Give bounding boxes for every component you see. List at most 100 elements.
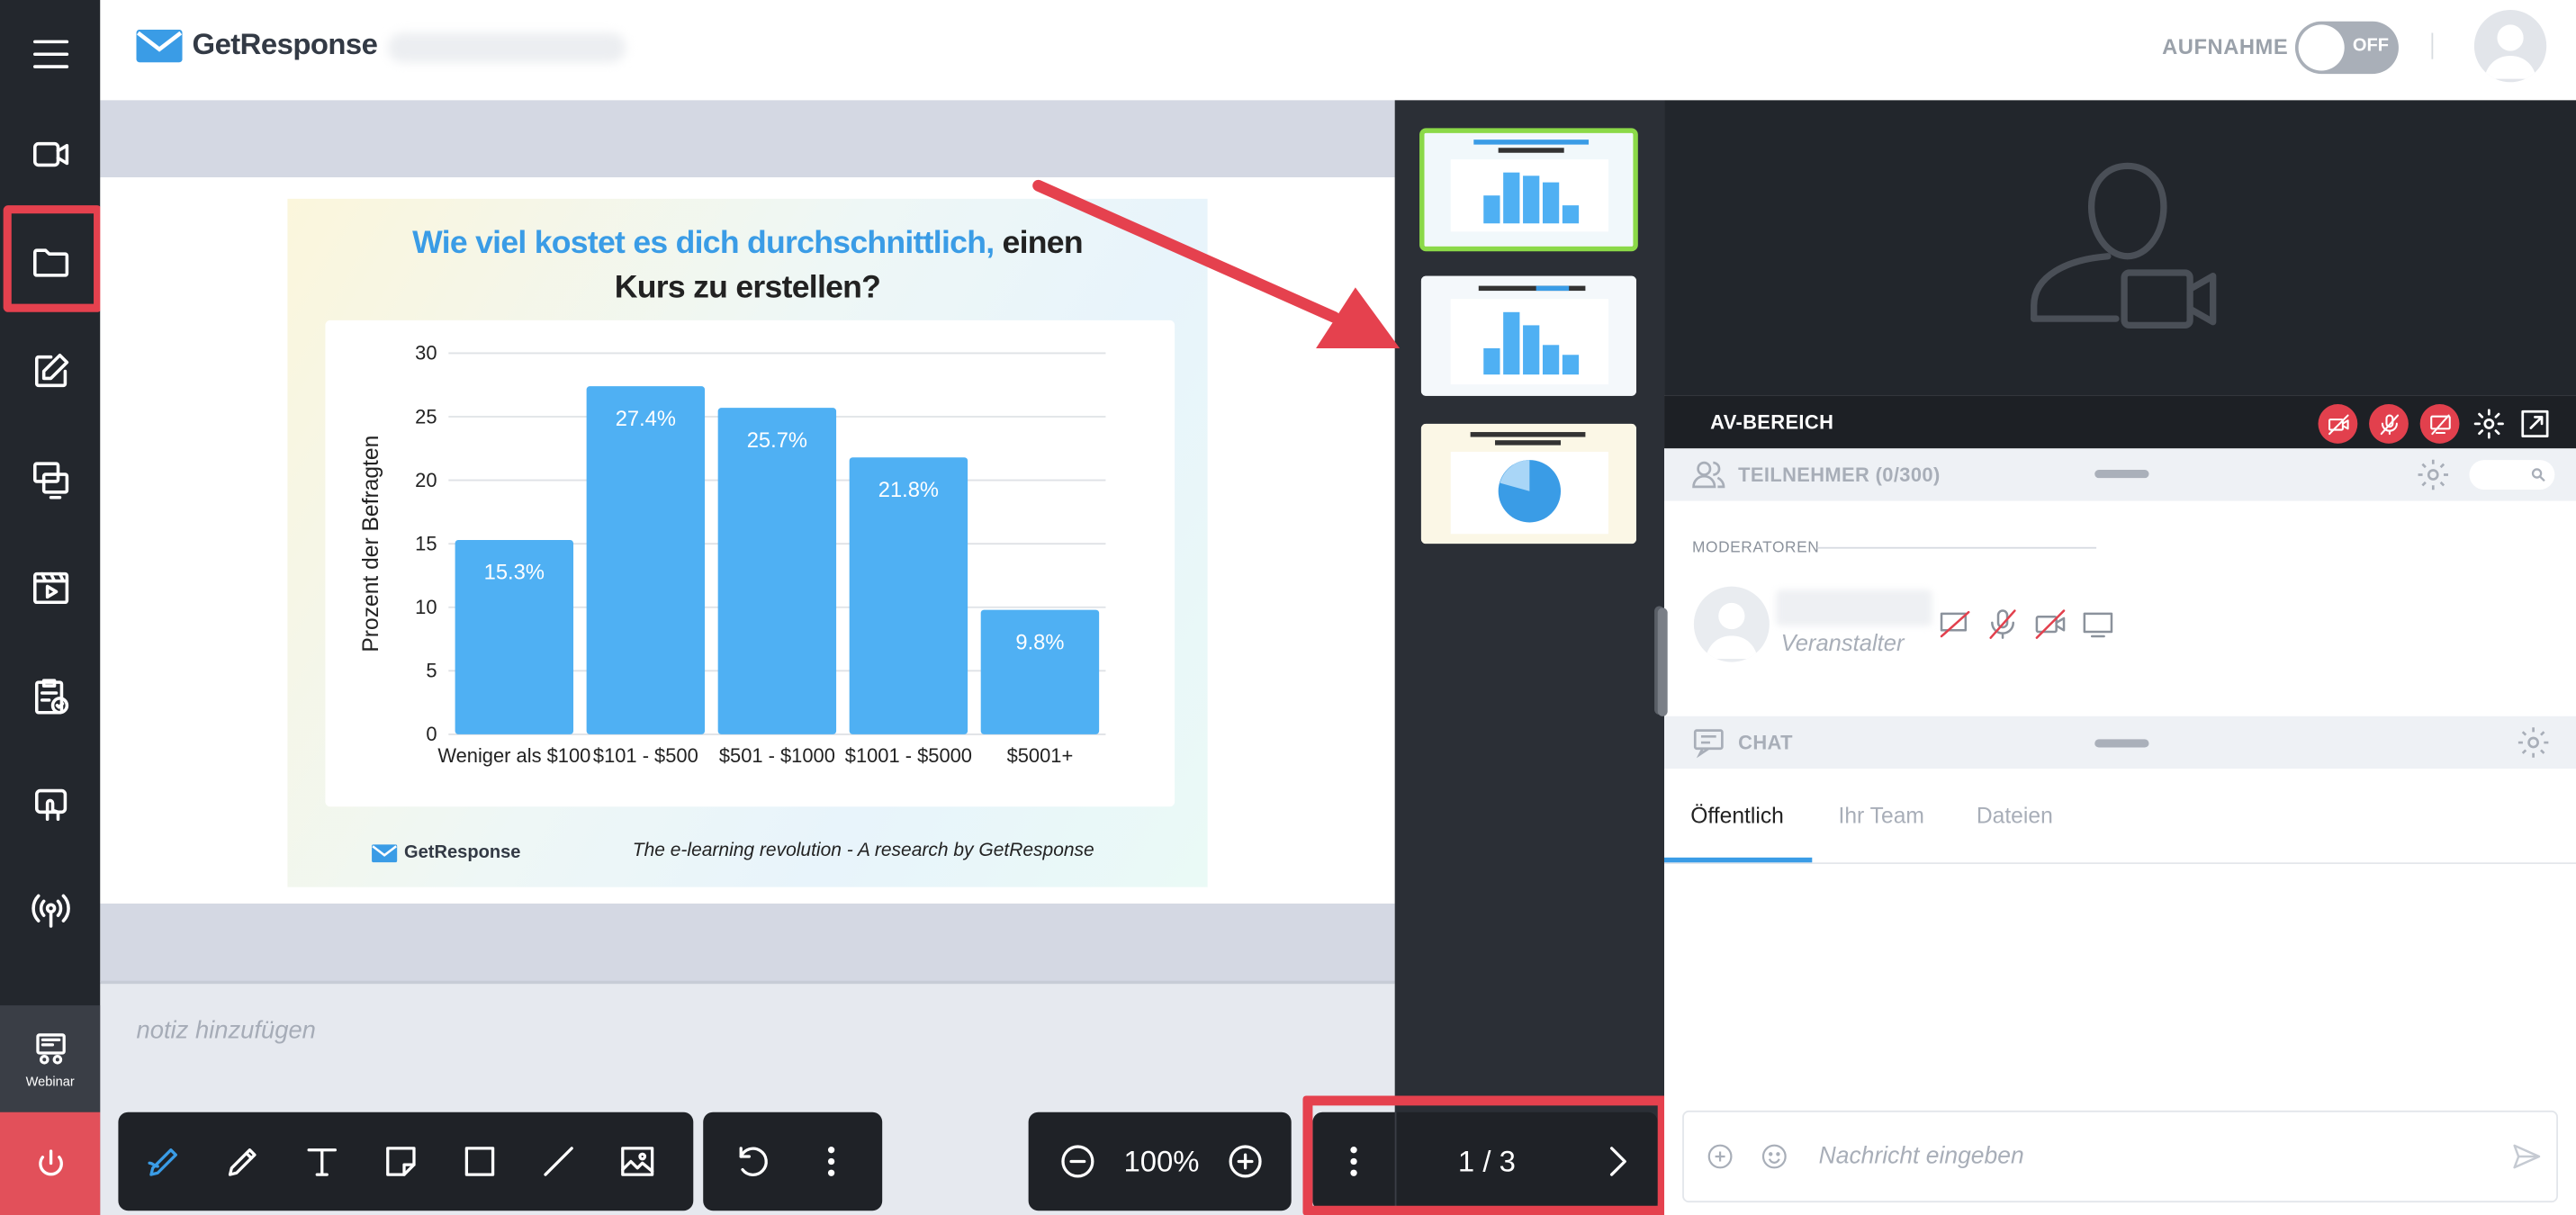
undo-button[interactable] bbox=[713, 1112, 792, 1211]
thumbnail-bar-chart bbox=[1424, 132, 1634, 247]
camera-off-icon bbox=[2328, 413, 2348, 435]
chat-input[interactable]: Nachricht eingeben bbox=[1682, 1110, 2558, 1203]
more-options-button[interactable] bbox=[792, 1112, 871, 1211]
pointer-pen-icon bbox=[148, 1148, 177, 1176]
bar-data-label-1: 27.4% bbox=[616, 408, 676, 431]
participants-header[interactable]: TEILNEHMER (0/300) bbox=[1664, 448, 2576, 501]
tab-public[interactable]: Öffentlich bbox=[1690, 804, 1784, 828]
pencil-icon bbox=[228, 1148, 257, 1176]
recording-toggle[interactable]: OFF bbox=[2294, 21, 2399, 75]
pencil-tool-button[interactable] bbox=[203, 1112, 283, 1211]
screen-share-icon[interactable] bbox=[0, 426, 100, 534]
slide-thumbnails bbox=[1394, 100, 1665, 1215]
add-attachment-icon[interactable] bbox=[1706, 1142, 1735, 1172]
chat-title: CHAT bbox=[1738, 731, 1793, 754]
resize-handle[interactable] bbox=[2094, 470, 2149, 479]
slide-footer-logo: GetResponse bbox=[372, 842, 520, 862]
slide-footer-text: The e-learning revolution - A research b… bbox=[632, 841, 1094, 861]
zoom-out-icon bbox=[1061, 1145, 1094, 1178]
image-icon bbox=[621, 1147, 654, 1176]
stage-top-bar bbox=[100, 100, 1395, 178]
participants-title: TEILNEHMER (0/300) bbox=[1738, 463, 1941, 487]
edit-icon[interactable] bbox=[0, 317, 100, 425]
send-icon[interactable] bbox=[2510, 1140, 2544, 1174]
tab-files[interactable]: Dateien bbox=[1977, 804, 2053, 828]
gear-icon[interactable] bbox=[2516, 724, 2552, 760]
camera-icon[interactable] bbox=[0, 100, 100, 208]
moderator-monitor-icon[interactable] bbox=[2080, 607, 2116, 643]
folder-highlight-frame bbox=[3, 205, 103, 312]
slide-title-highlight: Wie viel kostet es dich durchschnittlich… bbox=[412, 225, 995, 262]
resize-handle[interactable] bbox=[2094, 739, 2149, 748]
user-avatar[interactable] bbox=[2473, 9, 2547, 83]
pointer-tool-button[interactable] bbox=[125, 1112, 204, 1211]
zoom-in-icon bbox=[1229, 1145, 1262, 1178]
y-axis-label: Prozent der Befragten bbox=[359, 436, 383, 652]
popout-button[interactable] bbox=[2516, 404, 2555, 444]
line-tool-button[interactable] bbox=[519, 1112, 599, 1211]
header-divider bbox=[2431, 32, 2434, 59]
tab-team[interactable]: Ihr Team bbox=[1839, 804, 1924, 828]
brand-logo[interactable]: GetResponse bbox=[136, 28, 378, 62]
current-slide: Wie viel kostet es dich durchschnittlich… bbox=[287, 198, 1208, 887]
chat-tabs: Öffentlich Ihr Team Dateien bbox=[1664, 769, 2576, 865]
x-tick-label-3: $1001 - $5000 bbox=[845, 744, 972, 767]
av-settings-button[interactable] bbox=[2469, 404, 2508, 444]
x-tick-label-4: $5001+ bbox=[1007, 744, 1074, 767]
slide-thumbnail-3[interactable] bbox=[1420, 423, 1636, 544]
y-tick-label-4: 20 bbox=[415, 469, 437, 491]
y-tick-label-2: 10 bbox=[415, 596, 437, 618]
bar-1 bbox=[586, 386, 706, 734]
mic-off-button[interactable] bbox=[2369, 404, 2409, 444]
history-toolbar bbox=[703, 1112, 883, 1211]
slide-thumbnail-1[interactable] bbox=[1420, 130, 1636, 250]
bar-data-label-4: 9.8% bbox=[1015, 631, 1064, 654]
recording-label: AUFNAHME bbox=[2162, 34, 2289, 59]
webinar-icon bbox=[35, 1032, 65, 1064]
drawing-toolbar bbox=[118, 1112, 694, 1211]
sticky-note-tool-button[interactable] bbox=[362, 1112, 441, 1211]
zoom-in-button[interactable] bbox=[1206, 1112, 1285, 1211]
bar-data-label-3: 21.8% bbox=[878, 479, 939, 502]
chart-container: 0 5 10 15 20 25 30 15.3% Weniger als $100 27.4% $1… bbox=[325, 320, 1175, 807]
rectangle-icon bbox=[464, 1147, 495, 1176]
moderator-avatar bbox=[1693, 586, 1770, 662]
image-tool-button[interactable] bbox=[598, 1112, 677, 1211]
rectangle-tool-button[interactable] bbox=[440, 1112, 519, 1211]
gear-icon[interactable] bbox=[2415, 456, 2451, 492]
chat-header[interactable]: CHAT bbox=[1664, 716, 2576, 770]
envelope-logo-icon bbox=[372, 843, 398, 862]
moderator-screen-off-icon[interactable] bbox=[1937, 607, 1973, 643]
participant-search-input[interactable] bbox=[2469, 460, 2555, 490]
webinar-label: Webinar bbox=[25, 1073, 75, 1089]
user-silhouette-icon bbox=[1705, 602, 1759, 659]
vertical-dots-icon bbox=[827, 1147, 835, 1176]
clipboard-check-icon[interactable] bbox=[0, 643, 100, 751]
screen-share-off-button[interactable] bbox=[2419, 404, 2460, 444]
notes-placeholder: notiz hinzufügen bbox=[136, 1016, 316, 1045]
chat-messages: Nachricht eingeben bbox=[1664, 864, 2576, 1215]
camera-off-button[interactable] bbox=[2318, 404, 2358, 444]
menu-icon[interactable] bbox=[0, 0, 100, 108]
moderators-label: MODERATOREN bbox=[1692, 538, 1820, 557]
bar-chart: 0 5 10 15 20 25 30 15.3% Weniger als $100 27.4% $1… bbox=[359, 342, 1106, 767]
broadcast-icon[interactable] bbox=[0, 856, 100, 964]
emoji-icon[interactable] bbox=[1760, 1142, 1789, 1172]
bar-data-label-0: 15.3% bbox=[484, 562, 545, 585]
moderator-mic-off-icon[interactable] bbox=[1985, 607, 2021, 643]
slide-thumbnail-2[interactable] bbox=[1420, 275, 1636, 396]
leave-button[interactable] bbox=[0, 1112, 101, 1215]
y-tick-label-5: 25 bbox=[415, 405, 437, 428]
screen-share-off-icon bbox=[2429, 413, 2450, 435]
active-tab-indicator bbox=[1664, 857, 1813, 863]
text-tool-button[interactable] bbox=[283, 1112, 362, 1211]
video-icon[interactable] bbox=[0, 534, 100, 642]
panel-scrollbar[interactable] bbox=[1657, 608, 1668, 716]
webinar-button[interactable]: Webinar bbox=[0, 1005, 101, 1112]
hand-icon[interactable] bbox=[0, 751, 100, 859]
zoom-toolbar: 100% bbox=[1028, 1112, 1292, 1211]
users-icon bbox=[1692, 461, 1725, 489]
moderator-camera-off-icon[interactable] bbox=[2032, 607, 2068, 643]
x-tick-label-0: Weniger als $100 bbox=[437, 744, 590, 767]
zoom-out-button[interactable] bbox=[1039, 1112, 1118, 1211]
